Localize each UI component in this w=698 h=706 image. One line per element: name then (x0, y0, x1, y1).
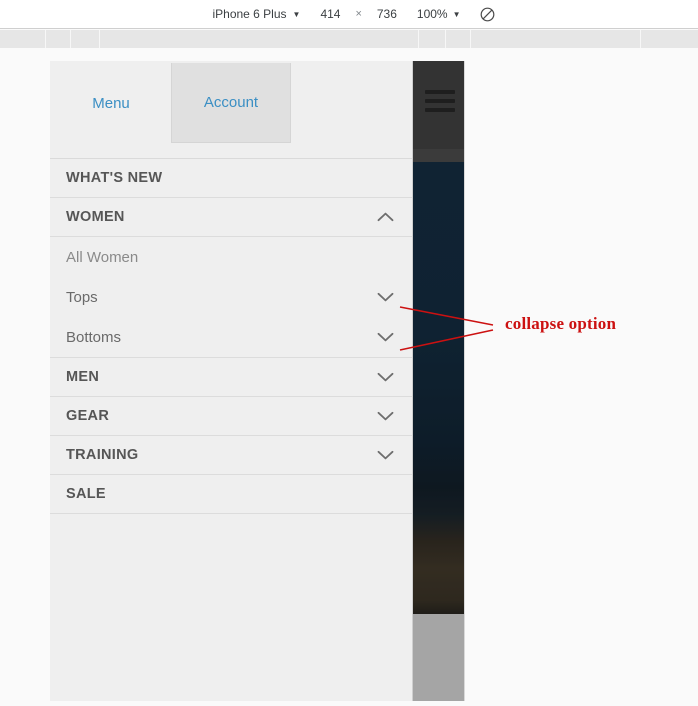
menu-item-label: SALE (66, 486, 106, 502)
women-submenu: All Women Tops Bottoms (50, 237, 412, 358)
menu-item-label: TRAINING (66, 447, 139, 463)
chevron-down-icon: ▼ (292, 10, 301, 19)
menu-item-tops[interactable]: Tops (50, 277, 412, 317)
browser-toolbar-strip (0, 30, 698, 48)
menu-item-whats-new[interactable]: WHAT'S NEW (50, 159, 412, 198)
chevron-down-icon: ▼ (452, 10, 461, 19)
menu-item-all-women[interactable]: All Women (50, 237, 412, 277)
emulated-viewport: 20 Lum Menu Account WHAT'S NEW WOMEN (0, 58, 698, 701)
menu-item-label: WHAT'S NEW (66, 170, 163, 186)
toolbar-underlay (0, 48, 698, 58)
toolbar-divider (70, 30, 71, 48)
menu-item-men[interactable]: MEN (50, 358, 412, 397)
chevron-down-icon[interactable] (377, 411, 394, 421)
tab-menu[interactable]: Menu (51, 63, 171, 143)
menu-item-women[interactable]: WOMEN (50, 198, 412, 237)
toolbar-divider (45, 30, 46, 48)
menu-item-label: All Women (66, 248, 139, 266)
chevron-down-icon[interactable] (377, 372, 394, 382)
menu-item-gear[interactable]: GEAR (50, 397, 412, 436)
menu-item-sale[interactable]: SALE (50, 475, 412, 514)
viewport-height-input[interactable]: 736 (367, 7, 407, 21)
menu-item-bottoms[interactable]: Bottoms (50, 317, 412, 357)
device-selector[interactable]: iPhone 6 Plus ▼ (202, 7, 310, 21)
hamburger-bar (425, 90, 455, 94)
viewport-width-input[interactable]: 414 (310, 7, 350, 21)
zoom-level-label: 100% (416, 7, 448, 21)
chevron-down-icon[interactable] (377, 292, 394, 302)
device-emulation-toolbar: iPhone 6 Plus ▼ 414 × 736 100% ▼ (0, 0, 698, 29)
menu-item-label: WOMEN (66, 209, 125, 225)
hamburger-menu-icon[interactable] (425, 90, 455, 112)
hamburger-bar (425, 99, 455, 103)
toolbar-divider (418, 30, 419, 48)
menu-item-label: MEN (66, 369, 100, 385)
menu-item-label: Tops (66, 288, 98, 306)
tab-account[interactable]: Account (171, 63, 291, 143)
menu-item-label: GEAR (66, 408, 110, 424)
no-throttling-icon[interactable] (479, 6, 496, 23)
chevron-down-icon[interactable] (377, 450, 394, 460)
toolbar-divider (640, 30, 641, 48)
menu-tab-bar: Menu Account (50, 61, 412, 159)
zoom-selector[interactable]: 100% ▼ (407, 7, 471, 21)
tab-menu-label: Menu (92, 94, 130, 112)
menu-empty-area (50, 514, 412, 664)
chevron-down-icon[interactable] (377, 332, 394, 342)
device-name-label: iPhone 6 Plus (212, 7, 287, 21)
menu-item-list: WHAT'S NEW WOMEN All Women Tops Bottoms … (50, 159, 412, 664)
toolbar-divider (99, 30, 100, 48)
dimension-separator: × (355, 8, 362, 20)
menu-item-label: Bottoms (66, 328, 122, 346)
toolbar-divider (445, 30, 446, 48)
device-controls-group: iPhone 6 Plus ▼ 414 × 736 100% ▼ (202, 6, 495, 23)
hamburger-bar (425, 108, 455, 112)
menu-item-training[interactable]: TRAINING (50, 436, 412, 475)
toolbar-divider (470, 30, 471, 48)
chevron-up-icon[interactable] (377, 212, 394, 222)
slide-out-menu-panel: Menu Account WHAT'S NEW WOMEN All Women … (50, 61, 413, 701)
tab-account-label: Account (203, 94, 259, 111)
